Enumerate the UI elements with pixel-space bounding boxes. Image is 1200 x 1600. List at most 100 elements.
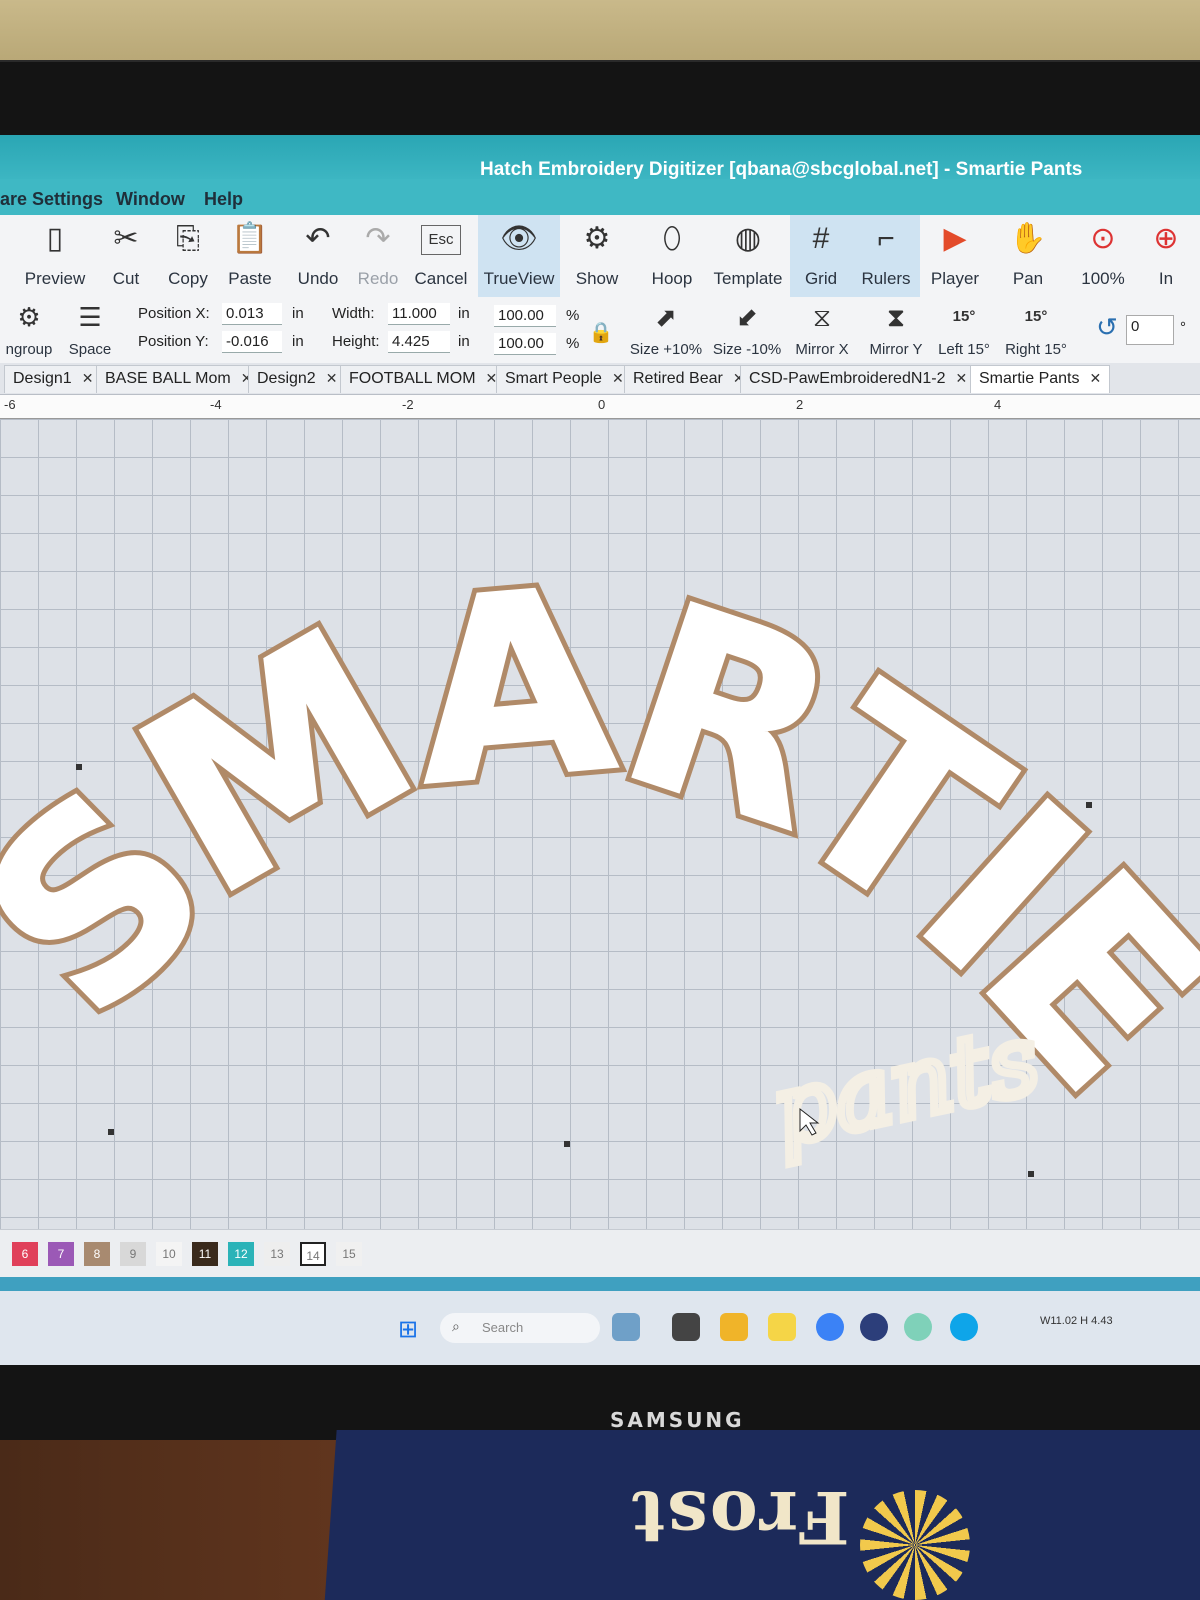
- space-button[interactable]: ☰ Space: [60, 297, 120, 369]
- color-swatch[interactable]: 7: [48, 1242, 74, 1266]
- scale-width-input[interactable]: 100.00: [494, 305, 556, 327]
- app-icon[interactable]: [860, 1313, 888, 1341]
- scale-height-input[interactable]: 100.00: [494, 333, 556, 355]
- show-button[interactable]: ⚙ Show: [566, 215, 628, 299]
- menu-help[interactable]: Help: [204, 189, 243, 210]
- close-icon[interactable]: ✕: [326, 370, 338, 386]
- grid-button[interactable]: # Grid: [790, 215, 852, 299]
- rotate-left-button[interactable]: 15° Left 15°: [932, 297, 996, 369]
- cut-button[interactable]: ✂ Cut: [96, 215, 156, 299]
- cancel-button[interactable]: Esc Cancel: [408, 215, 474, 299]
- lock-proportions-button[interactable]: 🔒: [586, 297, 616, 369]
- copy-button[interactable]: ⎘ Copy: [158, 215, 218, 299]
- player-button[interactable]: ▶ Player: [922, 215, 988, 299]
- close-icon[interactable]: ✕: [612, 370, 624, 386]
- mirror-y-icon: ⧗: [886, 302, 906, 332]
- mirror-y-button[interactable]: ⧗ Mirror Y: [860, 297, 932, 369]
- zoom-in-button[interactable]: ⊕ In: [1138, 215, 1194, 299]
- preview-button[interactable]: ▯ Preview: [20, 215, 90, 299]
- design-canvas[interactable]: SMARTIE SMARTIE pants: [0, 419, 1200, 1229]
- tab-design2[interactable]: Design2 ✕: [248, 365, 347, 393]
- close-icon[interactable]: ✕: [956, 370, 968, 386]
- undo-button[interactable]: ↶ Undo: [288, 215, 348, 299]
- color-swatch[interactable]: 14: [300, 1242, 326, 1266]
- template-button[interactable]: ◍ Template: [706, 215, 790, 299]
- edge-browser-icon[interactable]: [950, 1313, 978, 1341]
- rotate-angle-input[interactable]: 0: [1126, 315, 1174, 345]
- undo-icon: ↶: [305, 222, 331, 255]
- size-down-icon: ⬋: [736, 302, 758, 332]
- windows-start-icon[interactable]: ⊞: [398, 1315, 418, 1344]
- ruler-label: -2: [402, 397, 414, 412]
- sun-logo-icon: [860, 1490, 970, 1600]
- tab-baseball-mom[interactable]: BASE BALL Mom ✕: [96, 365, 262, 393]
- tab-retired-bear[interactable]: Retired Bear ✕: [624, 365, 754, 393]
- trueview-button[interactable]: 👁 TrueView: [478, 215, 560, 299]
- color-swatch[interactable]: 9: [120, 1242, 146, 1266]
- paste-button[interactable]: 📋 Paste: [220, 215, 280, 299]
- size-plus-button[interactable]: ⬈ Size +10%: [626, 297, 706, 369]
- position-y-label: Position Y:: [138, 333, 209, 350]
- rulers-button[interactable]: ⌐ Rulers: [852, 215, 920, 299]
- tab-design1[interactable]: Design1 ✕: [4, 365, 103, 393]
- redo-button[interactable]: ↷ Redo: [348, 215, 408, 299]
- ungroup-button[interactable]: ⚙ ngroup: [0, 297, 58, 369]
- height-input[interactable]: 4.425: [388, 331, 450, 353]
- color-palette-bar: 6 7 8 9 10 11 12 13 14 15: [0, 1229, 1200, 1277]
- widgets-icon[interactable]: [612, 1313, 640, 1341]
- color-swatch[interactable]: 11: [192, 1242, 218, 1266]
- scale-height-unit: %: [566, 335, 580, 352]
- color-swatch[interactable]: 12: [228, 1242, 254, 1266]
- hoop-button[interactable]: ⬯ Hoop: [640, 215, 704, 299]
- copy-icon: ⎘: [176, 222, 200, 255]
- color-swatch[interactable]: 10: [156, 1242, 182, 1266]
- width-input[interactable]: 11.000: [388, 303, 450, 325]
- preview-icon: ▯: [46, 222, 64, 255]
- tab-csd-paw[interactable]: CSD-PawEmbroideredN1-2 ✕: [740, 365, 977, 393]
- selection-handle[interactable]: [1086, 802, 1092, 808]
- tab-football-mom[interactable]: FOOTBALL MOM ✕: [340, 365, 507, 393]
- mirror-x-icon: ⧖: [812, 302, 832, 332]
- position-x-unit: in: [292, 305, 304, 322]
- taskbar-search[interactable]: Search: [440, 1313, 600, 1343]
- height-unit: in: [458, 333, 470, 350]
- mirror-x-button[interactable]: ⧖ Mirror X: [786, 297, 858, 369]
- close-icon[interactable]: ✕: [82, 370, 94, 386]
- hatch-app-icon[interactable]: [904, 1313, 932, 1341]
- ribbon-toolbar: ▯ Preview ✂ Cut ⎘ Copy 📋 Paste ↶ Undo ↷ Redo E…: [0, 215, 1200, 299]
- hand-icon: ✋: [1009, 222, 1047, 255]
- close-icon[interactable]: ✕: [1089, 370, 1101, 386]
- redo-icon: ↷: [365, 222, 391, 255]
- size-minus-button[interactable]: ⬋ Size -10%: [708, 297, 786, 369]
- esc-key-icon: Esc: [421, 225, 461, 255]
- sticky-notes-icon[interactable]: [768, 1313, 796, 1341]
- color-swatch[interactable]: 15: [336, 1242, 362, 1266]
- height-label: Height:: [332, 333, 380, 350]
- scale-width-unit: %: [566, 307, 580, 324]
- search-icon: ⌕: [452, 1318, 460, 1334]
- rotate-right-button[interactable]: 15° Right 15°: [1000, 297, 1072, 369]
- menu-window[interactable]: Window: [116, 189, 185, 210]
- selection-handle[interactable]: [108, 1129, 114, 1135]
- embroidery-design[interactable]: SMARTIE SMARTIE pants: [0, 419, 1200, 1229]
- position-y-input[interactable]: -0.016: [222, 331, 282, 353]
- window-title: Hatch Embroidery Digitizer [qbana@sbcglo…: [480, 159, 1083, 180]
- color-swatch[interactable]: 6: [12, 1242, 38, 1266]
- menu-settings[interactable]: are Settings: [0, 189, 103, 210]
- file-explorer-icon[interactable]: [720, 1313, 748, 1341]
- color-swatch[interactable]: 13: [264, 1242, 290, 1266]
- selection-handle[interactable]: [1028, 1171, 1034, 1177]
- position-x-input[interactable]: 0.013: [222, 303, 282, 325]
- task-view-icon[interactable]: [672, 1313, 700, 1341]
- selection-handle[interactable]: [76, 764, 82, 770]
- selection-handle[interactable]: [564, 1141, 570, 1147]
- zoom-100-button[interactable]: ⊙ 100%: [1068, 215, 1138, 299]
- rotate-button[interactable]: ↺: [1090, 297, 1124, 369]
- color-swatch[interactable]: 8: [84, 1242, 110, 1266]
- tab-smartie-pants[interactable]: Smartie Pants ✕: [970, 365, 1111, 393]
- status-bar: [0, 1277, 1200, 1291]
- copilot-icon[interactable]: [816, 1313, 844, 1341]
- position-x-label: Position X:: [138, 305, 210, 322]
- pan-button[interactable]: ✋ Pan: [1000, 215, 1056, 299]
- tab-smart-people[interactable]: Smart People ✕: [496, 365, 633, 393]
